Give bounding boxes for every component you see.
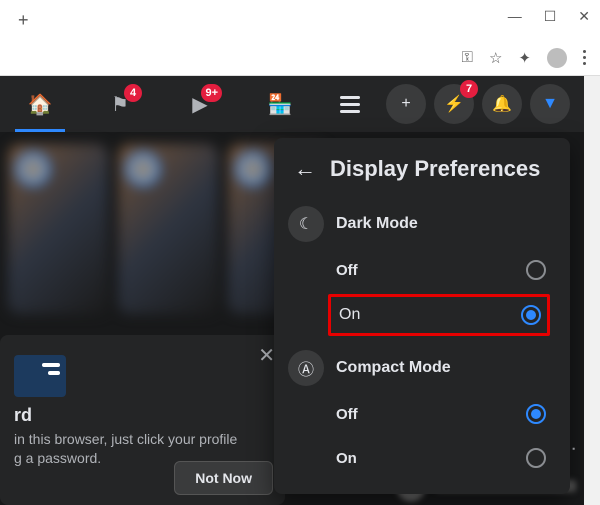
option-label: Off [336, 406, 358, 423]
pages-badge: 4 [124, 84, 142, 102]
back-button[interactable]: ← [288, 152, 322, 186]
key-icon[interactable]: ⚿ [462, 49, 473, 66]
browser-tab-bar: + [10, 6, 37, 34]
browser-profile-avatar[interactable] [547, 48, 567, 68]
not-now-button[interactable]: Not Now [174, 461, 273, 495]
account-menu-button[interactable]: ▼ [530, 84, 570, 124]
nav-tab-home[interactable]: 🏠 [0, 76, 80, 132]
compact-mode-section: Ⓐ Compact Mode [288, 344, 566, 392]
extensions-icon[interactable]: ✦ [518, 49, 531, 67]
login-prompt-card: ✕ rd in this browser, just click your pr… [0, 335, 285, 505]
compact-mode-label: Compact Mode [336, 359, 451, 377]
dark-mode-section: ☾ Dark Mode [288, 200, 566, 248]
messenger-button[interactable]: ⚡ 7 [434, 84, 474, 124]
option-label: On [336, 450, 357, 467]
radio-selected-icon [526, 404, 546, 424]
moon-icon: ☾ [288, 206, 324, 242]
compact-mode-off-option[interactable]: Off [288, 392, 566, 436]
bell-icon: 🔔 [492, 94, 512, 114]
new-tab-button[interactable]: + [10, 6, 37, 35]
window-minimize-button[interactable]: — [508, 8, 522, 25]
radio-selected-icon [521, 305, 541, 325]
compact-icon: Ⓐ [288, 350, 324, 386]
radio-icon [526, 260, 546, 280]
create-button[interactable]: + [386, 84, 426, 124]
prompt-illustration [14, 355, 66, 397]
nav-tabs: 🏠 ⚑ 4 ▶ 9+ 🏪 [0, 76, 320, 132]
nav-more-button[interactable] [330, 84, 370, 124]
page-scrollbar[interactable] [584, 76, 600, 505]
nav-tab-watch[interactable]: ▶ 9+ [160, 76, 240, 132]
close-icon[interactable]: ✕ [258, 343, 275, 368]
dark-mode-off-option[interactable]: Off [288, 248, 566, 292]
messenger-badge: 7 [460, 80, 478, 98]
app-viewport: 🏠 ⚑ 4 ▶ 9+ 🏪 + ⚡ 7 [0, 76, 584, 505]
option-label: Off [336, 262, 358, 279]
nav-actions: + ⚡ 7 🔔 ▼ [386, 84, 584, 124]
browser-toolbar: ⚿ ☆ ✦ [0, 40, 600, 76]
watch-badge: 9+ [201, 84, 222, 102]
compact-mode-on-option[interactable]: On [288, 436, 566, 480]
radio-icon [526, 448, 546, 468]
browser-menu-icon[interactable] [583, 50, 586, 65]
window-controls: — ☐ ✕ [508, 8, 590, 25]
prompt-title: rd [14, 405, 271, 426]
home-icon: 🏠 [28, 92, 53, 117]
notifications-button[interactable]: 🔔 [482, 84, 522, 124]
nav-tab-marketplace[interactable]: 🏪 [240, 76, 320, 132]
dark-mode-on-option[interactable]: On [328, 294, 550, 336]
window-maximize-button[interactable]: ☐ [544, 8, 557, 25]
dark-mode-label: Dark Mode [336, 215, 418, 233]
window-close-button[interactable]: ✕ [578, 8, 590, 25]
panel-title: Display Preferences [330, 156, 540, 182]
messenger-icon: ⚡ [444, 94, 464, 114]
top-nav: 🏠 ⚑ 4 ▶ 9+ 🏪 + ⚡ 7 [0, 76, 584, 132]
nav-tab-pages[interactable]: ⚑ 4 [80, 76, 160, 132]
story-card[interactable] [8, 144, 108, 314]
story-card[interactable] [118, 144, 218, 314]
plus-icon: + [401, 95, 410, 113]
display-preferences-panel: ← Display Preferences ☾ Dark Mode Off On… [274, 138, 570, 494]
bookmark-star-icon[interactable]: ☆ [489, 49, 502, 67]
marketplace-icon: 🏪 [268, 92, 293, 117]
option-label: On [339, 306, 360, 324]
caret-down-icon: ▼ [542, 95, 558, 113]
